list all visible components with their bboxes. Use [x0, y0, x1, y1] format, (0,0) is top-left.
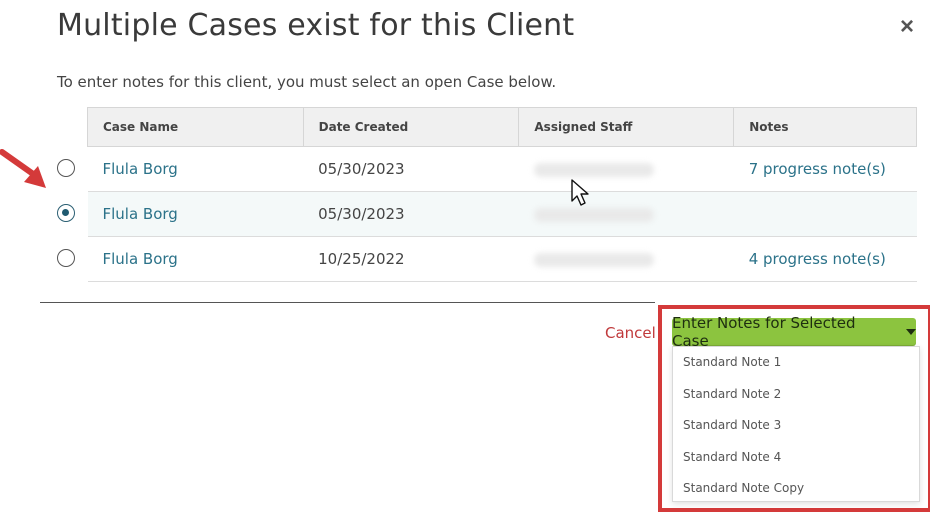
instructions-text: To enter notes for this client, you must…	[57, 73, 557, 91]
mouse-cursor-icon	[571, 179, 589, 206]
dropdown-item-standard-note-1[interactable]: Standard Note 1	[673, 347, 919, 379]
case-radio-3[interactable]	[57, 249, 75, 267]
column-header-assigned-staff[interactable]: Assigned Staff	[518, 107, 735, 147]
case-radio-1[interactable]	[57, 159, 75, 177]
column-header-date-created[interactable]: Date Created	[302, 107, 520, 147]
table-row[interactable]: Flula Borg 10/25/2022 4 progress note(s)	[87, 236, 917, 282]
dropdown-item-standard-note-3[interactable]: Standard Note 3	[673, 410, 919, 442]
assigned-staff-cell	[518, 236, 734, 282]
case-name-link[interactable]: Flula Borg	[103, 250, 178, 268]
close-icon[interactable]: ×	[896, 15, 918, 39]
cancel-button[interactable]: Cancel	[605, 324, 656, 342]
case-radio-2[interactable]	[57, 204, 75, 222]
column-header-case-name[interactable]: Case Name	[87, 107, 304, 147]
note-type-dropdown: Standard Note 1 Standard Note 2 Standard…	[672, 346, 920, 502]
progress-notes-link[interactable]: 4 progress note(s)	[749, 250, 886, 268]
cases-table: Case Name Date Created Assigned Staff No…	[87, 107, 917, 282]
date-created-cell: 10/25/2022	[303, 236, 519, 282]
assigned-staff-cell	[518, 191, 734, 237]
case-name-link[interactable]: Flula Borg	[103, 160, 178, 178]
progress-notes-link[interactable]: 7 progress note(s)	[749, 160, 886, 178]
dialog-title: Multiple Cases exist for this Client	[57, 8, 575, 43]
redacted-staff-name	[533, 207, 654, 222]
caret-down-icon[interactable]	[906, 329, 916, 335]
footer-divider	[40, 302, 655, 303]
redacted-staff-name	[533, 162, 654, 177]
date-created-cell: 05/30/2023	[303, 191, 519, 237]
date-created-cell: 05/30/2023	[303, 146, 519, 192]
column-header-notes[interactable]: Notes	[733, 107, 917, 147]
table-row[interactable]: Flula Borg 05/30/2023 7 progress note(s)	[87, 146, 917, 192]
enter-notes-button[interactable]: Enter Notes for Selected Case	[672, 314, 916, 350]
dropdown-item-standard-note-copy[interactable]: Standard Note Copy	[673, 473, 919, 505]
redacted-staff-name	[533, 252, 654, 267]
annotation-arrow-icon	[0, 149, 46, 188]
table-header-row: Case Name Date Created Assigned Staff No…	[87, 107, 917, 147]
dropdown-item-standard-note-2[interactable]: Standard Note 2	[673, 379, 919, 411]
enter-notes-label: Enter Notes for Selected Case	[672, 314, 856, 350]
table-row[interactable]: Flula Borg 05/30/2023	[87, 191, 917, 237]
assigned-staff-cell	[518, 146, 734, 192]
dropdown-item-standard-note-4[interactable]: Standard Note 4	[673, 442, 919, 474]
case-name-link[interactable]: Flula Borg	[103, 205, 178, 223]
